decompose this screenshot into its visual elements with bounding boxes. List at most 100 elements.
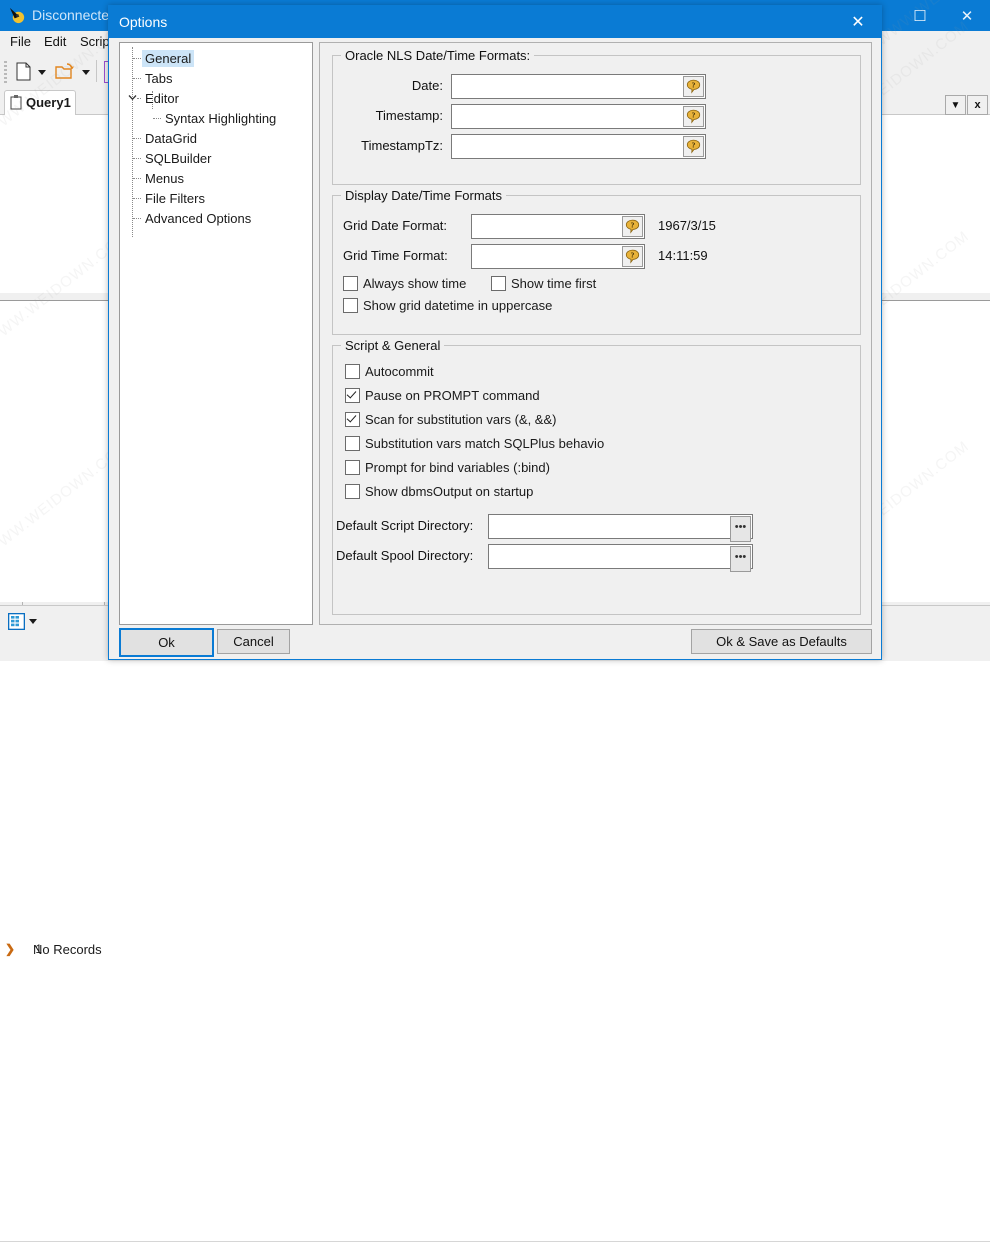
help-question-icon[interactable]: ? [683,76,704,97]
help-question-icon[interactable]: ? [683,136,704,157]
grid-date-format-sample: 1967/3/15 [658,218,716,233]
checkbox-show-grid-datetime-uppercase[interactable]: Show grid datetime in uppercase [343,298,552,313]
tab-list-dropdown-icon[interactable]: ▼ [945,95,966,115]
ok-save-defaults-button[interactable]: Ok & Save as Defaults [691,629,872,654]
ok-button[interactable]: Ok [119,628,214,657]
open-folder-dropdown-icon[interactable] [82,70,90,75]
tree-item-tabs[interactable]: Tabs [142,68,175,88]
nls-date-label: Date: [411,78,443,93]
checkbox-always-show-time[interactable]: Always show time [343,276,466,291]
checkbox-autocommit[interactable]: Autocommit [345,364,434,379]
checkbox-box[interactable] [491,276,506,291]
menu-file[interactable]: File [10,34,31,49]
checkbox-box[interactable] [343,276,358,291]
default-spool-directory-input[interactable] [488,544,753,569]
browse-spool-directory-button[interactable]: ••• [730,546,751,572]
svg-text:?: ? [631,220,635,229]
tree-item-file-filters[interactable]: File Filters [142,188,208,208]
checkbox-box[interactable] [345,364,360,379]
svg-text:?: ? [631,250,635,259]
checkbox-label: Always show time [363,276,467,291]
dialog-title: Options [119,14,168,30]
help-question-icon[interactable]: ? [683,106,704,127]
current-row-indicator-icon: ❯ [5,942,16,956]
tree-item-label: Editor [145,90,179,106]
script-general-group-title: Script & General [341,338,445,353]
tree-dash [133,58,141,59]
tree-item-editor[interactable]: Editor [142,88,182,108]
help-question-icon[interactable]: ? [622,216,643,237]
new-document-icon[interactable] [16,62,31,81]
maximize-button[interactable]: ☐ [897,0,943,31]
tree-item-label: Menus [145,170,185,186]
tree-item-syntax-highlighting[interactable]: Syntax Highlighting [162,108,279,128]
tree-item-advanced-options[interactable]: Advanced Options [142,208,254,228]
checkbox-label: Prompt for bind variables (:bind) [365,460,550,475]
browse-script-directory-button[interactable]: ••• [730,516,751,542]
tree-dash [133,218,141,219]
nls-timestamp-input[interactable] [451,104,706,129]
dialog-titlebar[interactable]: Options ✕ [109,6,881,38]
tree-dash [133,158,141,159]
tree-item-menus[interactable]: Menus [142,168,187,188]
main-window-title: Disconnected [32,7,117,23]
options-content-panel: Oracle NLS Date/Time Formats: Date: ? Ti… [319,42,872,625]
checkbox-label: Pause on PROMPT command [365,388,540,403]
tree-item-label: DataGrid [145,130,198,146]
grid-view-icon[interactable] [8,613,25,630]
checkbox-box[interactable] [345,388,360,403]
tab-close-icon[interactable]: x [967,95,988,115]
nls-timestamp-label: Timestamp: [375,108,443,123]
svg-text:?: ? [692,110,696,119]
dialog-close-icon[interactable]: ✕ [835,6,881,38]
nls-date-input[interactable] [451,74,706,99]
tree-dash [137,98,141,99]
dialog-body: General Tabs Editor Syntax Highlighting [109,38,881,659]
checkbox-pause-on-prompt[interactable]: Pause on PROMPT command [345,388,540,403]
tree-item-datagrid[interactable]: DataGrid [142,128,200,148]
checkbox-box[interactable] [345,484,360,499]
chevron-down-icon[interactable] [128,93,137,102]
tree-item-label: General [142,49,195,67]
grid-time-format-sample: 14:11:59 [658,248,708,263]
tree-item-general[interactable]: General [142,48,195,68]
nls-timestamptz-input[interactable] [451,134,706,159]
open-folder-icon[interactable] [55,63,75,81]
grid-time-format-label: Grid Time Format: [343,248,448,263]
checkbox-substitution-vars-sqlplus[interactable]: Substitution vars match SQLPlus behavio [345,436,604,451]
tree-dash [133,138,141,139]
tree-item-sqlbuilder[interactable]: SQLBuilder [142,148,214,168]
close-button[interactable]: ✕ [944,0,990,31]
tree-item-label: Syntax Highlighting [165,110,277,126]
checkbox-scan-substitution-vars[interactable]: Scan for substitution vars (&, &&) [345,412,556,427]
default-script-directory-input[interactable] [488,514,753,539]
menu-script[interactable]: Scrip [80,34,110,49]
checkbox-label: Show grid datetime in uppercase [363,298,553,313]
toolbar-grip[interactable] [4,61,7,83]
help-question-icon[interactable]: ? [622,246,643,267]
checkbox-prompt-bind-variables[interactable]: Prompt for bind variables (:bind) [345,460,550,475]
tree-dash [133,178,141,179]
grid-time-format-input[interactable] [471,244,645,269]
display-formats-group: Display Date/Time Formats Grid Date Form… [332,188,861,335]
grid-cell-no-records: No Records [33,942,102,957]
grid-view-dropdown-icon[interactable] [29,619,37,624]
checkbox-box[interactable] [345,460,360,475]
nls-formats-group-title: Oracle NLS Date/Time Formats: [341,48,535,63]
checkbox-box[interactable] [345,412,360,427]
options-dialog: Options ✕ General Tabs Editor Syntax Hig… [108,5,882,660]
checkbox-label: Substitution vars match SQLPlus behavio [365,436,605,451]
checkbox-label: Show dbmsOutput on startup [365,484,534,499]
checkbox-show-dbmsoutput-startup[interactable]: Show dbmsOutput on startup [345,484,533,499]
tree-item-label: File Filters [145,190,205,206]
options-category-tree[interactable]: General Tabs Editor Syntax Highlighting [119,42,313,625]
tree-item-label: SQLBuilder [145,150,212,166]
query-tab-icon [10,95,22,110]
checkbox-box[interactable] [343,298,358,313]
checkbox-box[interactable] [345,436,360,451]
checkbox-show-time-first[interactable]: Show time first [491,276,596,291]
menu-edit[interactable]: Edit [44,34,66,49]
new-document-dropdown-icon[interactable] [38,70,46,75]
grid-date-format-input[interactable] [471,214,645,239]
cancel-button[interactable]: Cancel [217,629,290,654]
